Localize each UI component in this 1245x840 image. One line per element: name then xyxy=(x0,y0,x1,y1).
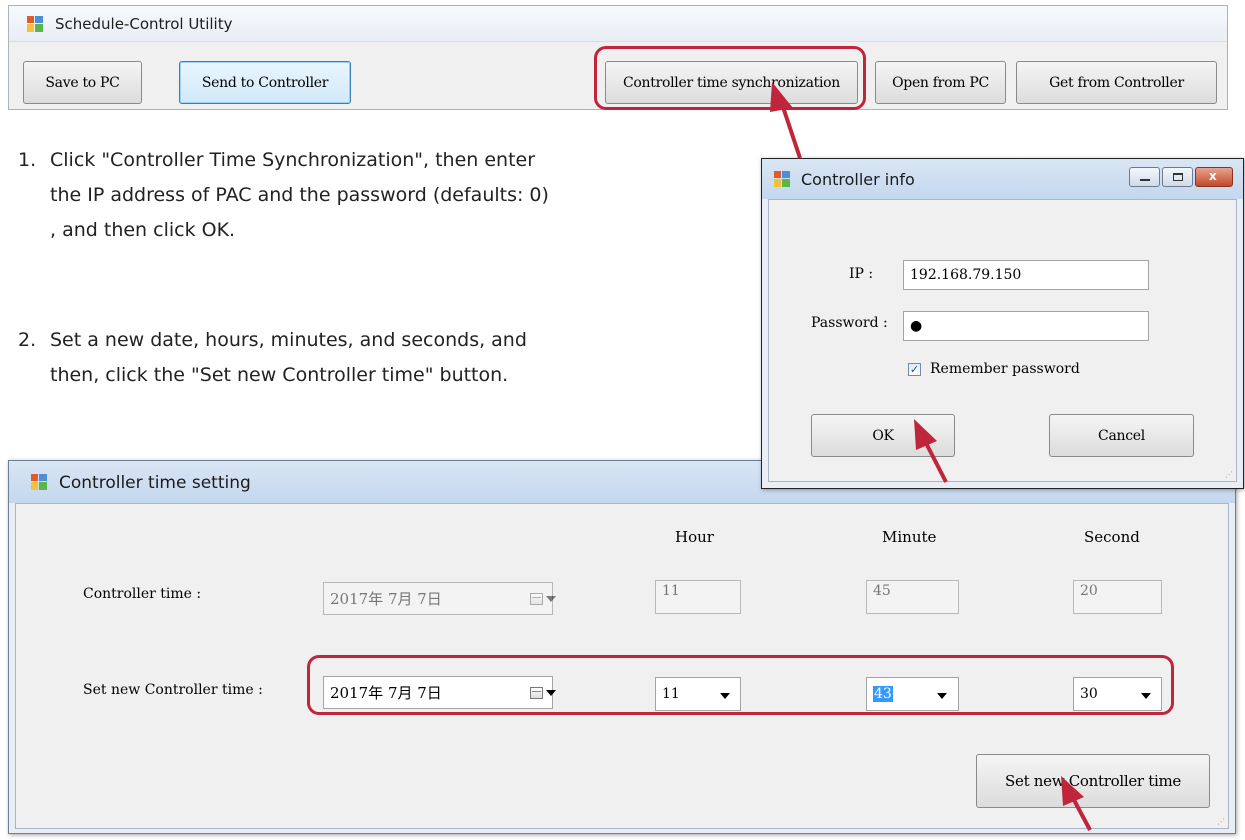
arrow-to-ok-button xyxy=(914,419,948,483)
arrow-to-sync-button xyxy=(770,82,802,159)
arrow-to-set-time-button xyxy=(1061,776,1092,831)
annotation-arrows xyxy=(770,82,1092,831)
